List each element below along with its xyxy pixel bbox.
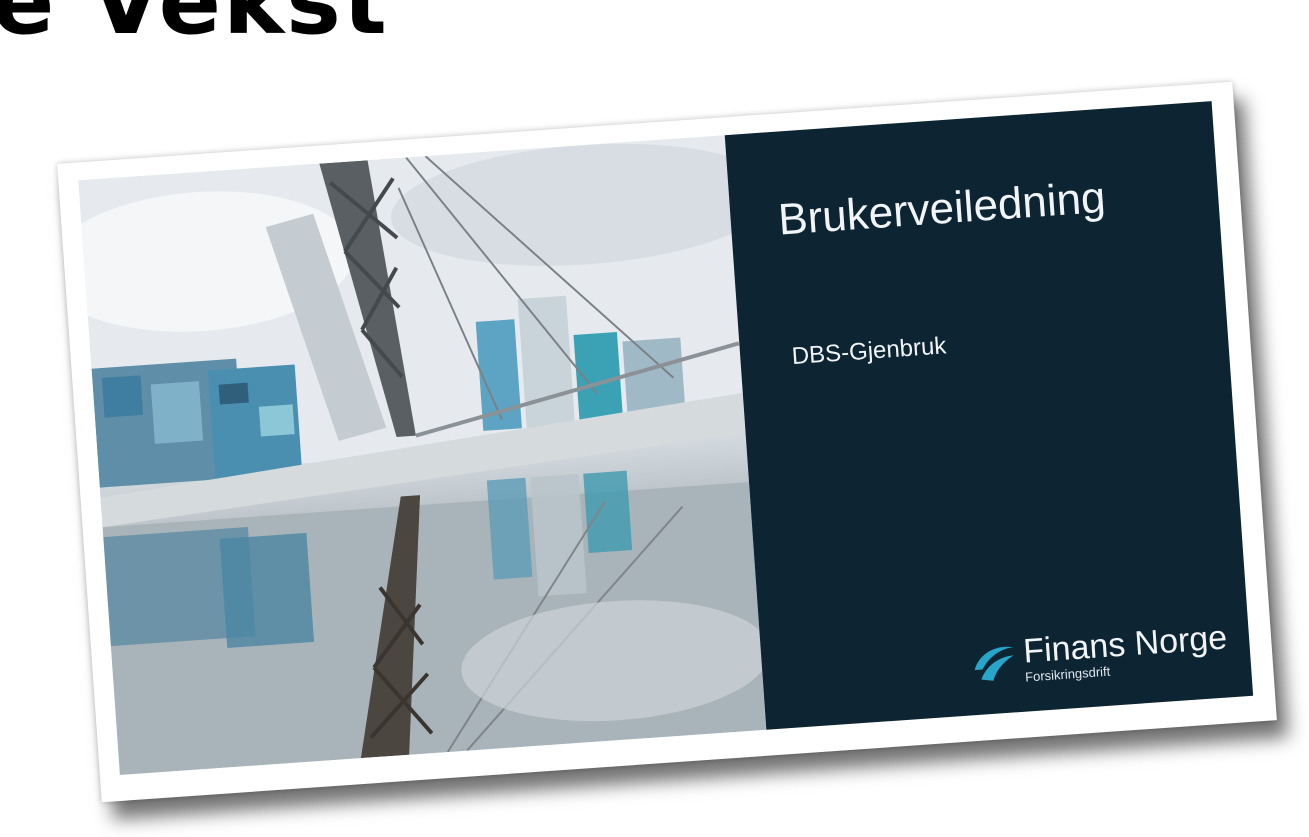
title-panel: Brukerveiledning DBS-Gjenbruk Finans Nor… bbox=[724, 101, 1254, 730]
slide-card: Brukerveiledning DBS-Gjenbruk Finans Nor… bbox=[57, 81, 1277, 803]
top-heading: e Vekst bbox=[0, 0, 389, 55]
stage: e Vekst Brukerveiledning DBS-Gjenbruk Fi… bbox=[0, 0, 1309, 837]
slide-subtitle: DBS-Gjenbruk bbox=[790, 332, 948, 371]
logo-text: Finans Norge Forsikringsdrift bbox=[1022, 618, 1229, 684]
slide-content: Brukerveiledning DBS-Gjenbruk Finans Nor… bbox=[78, 101, 1254, 775]
finans-norge-logo: Finans Norge Forsikringsdrift bbox=[968, 618, 1229, 687]
bridge-photo bbox=[78, 135, 766, 775]
bridge-photo-illustration bbox=[78, 135, 766, 775]
slide-title: Brukerveiledning bbox=[776, 172, 1107, 245]
finans-norge-logo-mark-icon bbox=[974, 646, 1014, 681]
